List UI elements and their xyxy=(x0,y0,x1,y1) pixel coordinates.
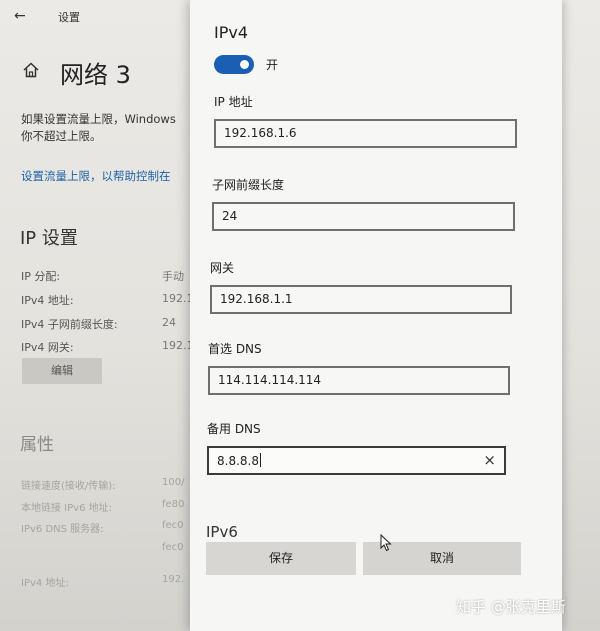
properties-heading: 属性 xyxy=(20,435,54,455)
prefix-length-label: 子网前缀长度 xyxy=(212,178,285,192)
text-caret xyxy=(259,453,261,467)
ipv6-dns-value-2: fec0 xyxy=(162,542,184,553)
ip-address-input[interactable]: 192.168.1.6 xyxy=(214,119,517,148)
link-speed-value: 100/ xyxy=(162,477,185,488)
ip-address-value: 192.168.1.6 xyxy=(224,126,297,140)
ipv4-address-label-2: IPv4 地址: xyxy=(21,578,69,589)
ipv6-dns-label: IPv6 DNS 服务器: xyxy=(21,524,104,535)
alternate-dns-label: 备用 DNS xyxy=(207,422,261,436)
prefix-length-value: 24 xyxy=(222,209,238,223)
preferred-dns-value: 114.114.114.114 xyxy=(218,373,322,387)
link-local-ipv6-value: fe80 xyxy=(162,499,185,510)
ipv4-address-label: IPv4 地址: xyxy=(21,294,74,307)
ipv4-address-value: 192.1 xyxy=(162,292,194,305)
toggle-knob xyxy=(240,60,249,69)
edit-button[interactable]: 编辑 xyxy=(22,358,102,384)
alternate-dns-input[interactable]: 8.8.8.8 × xyxy=(207,446,506,475)
watermark: 知乎 @张克里斯 xyxy=(456,598,566,616)
link-local-ipv6-label: 本地链接 IPv6 地址: xyxy=(21,503,112,514)
ip-address-label: IP 地址 xyxy=(214,95,253,109)
gateway-label: 网关 xyxy=(210,261,235,275)
home-icon xyxy=(23,62,39,78)
ipv4-toggle[interactable] xyxy=(214,55,254,74)
back-arrow-icon[interactable]: ← xyxy=(14,8,26,24)
ip-assignment-value: 手动 xyxy=(162,270,184,283)
gateway-input[interactable]: 192.168.1.1 xyxy=(210,285,512,314)
alternate-dns-value: 8.8.8.8 xyxy=(217,453,261,468)
ipv4-address-value-2: 192. xyxy=(162,574,185,585)
page-title: 网络 3 xyxy=(60,61,131,89)
ip-settings-dialog: IPv4 开 IP 地址 192.168.1.6 子网前缀长度 24 网关 19… xyxy=(190,0,562,631)
ipv6-heading: IPv6 xyxy=(206,523,238,541)
preferred-dns-input[interactable]: 114.114.114.114 xyxy=(208,366,510,395)
dialog-title: IPv4 xyxy=(214,23,249,42)
ip-settings-heading: IP 设置 xyxy=(20,228,78,249)
save-button[interactable]: 保存 xyxy=(206,542,356,575)
metered-description: 如果设置流量上限，Windows 你不超过上限。 xyxy=(21,112,176,143)
toggle-label: 开 xyxy=(266,58,279,72)
ipv4-gateway-value: 192.1 xyxy=(162,339,194,352)
link-speed-label: 链接速度(接收/传输): xyxy=(21,481,116,492)
gateway-value: 192.168.1.1 xyxy=(220,292,293,306)
ip-assignment-label: IP 分配: xyxy=(21,270,61,283)
ipv4-gateway-label: IPv4 网关: xyxy=(21,341,74,354)
preferred-dns-label: 首选 DNS xyxy=(208,342,262,356)
ipv4-prefix-label: IPv4 子网前缀长度: xyxy=(21,318,118,331)
ipv4-prefix-value: 24 xyxy=(162,316,176,329)
ipv6-dns-value: fec0 xyxy=(162,520,184,531)
app-title: 设置 xyxy=(58,11,80,24)
metered-link[interactable]: 设置流量上限，以帮助控制在 xyxy=(21,168,171,184)
mouse-cursor-icon xyxy=(380,534,392,552)
prefix-length-input[interactable]: 24 xyxy=(212,202,515,231)
clear-icon[interactable]: × xyxy=(483,452,496,469)
